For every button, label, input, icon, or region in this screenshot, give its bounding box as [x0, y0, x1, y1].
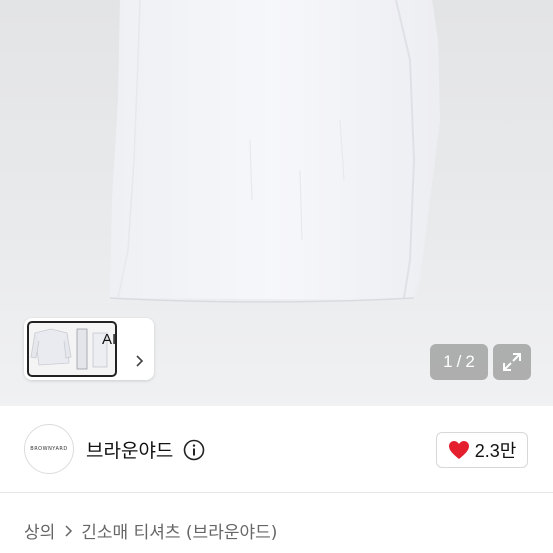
store-name[interactable]: 브라운야드 [86, 436, 173, 463]
heart-icon [448, 441, 469, 459]
expand-icon [503, 353, 521, 371]
image-pager: 1 / 2 [430, 344, 488, 380]
breadcrumb-item-category[interactable]: 긴소매 티셔츠 (브라운야드) [81, 518, 277, 543]
ai-label[interactable]: AI [102, 331, 116, 348]
like-count: 2.3만 [474, 441, 517, 461]
like-button[interactable]: 2.3만 [436, 432, 528, 468]
seller-row: BROWNYARD 브라운야드 2.3만 [0, 406, 553, 493]
chevron-right-icon[interactable] [134, 355, 144, 367]
avatar-text: BROWNYARD [30, 446, 68, 452]
product-image-gallery[interactable]: AI 1 / 2 [0, 0, 553, 406]
breadcrumb-item-top[interactable]: 상의 [24, 518, 55, 543]
expand-button[interactable] [493, 344, 531, 380]
chevron-right-icon [65, 524, 73, 537]
ai-thumbnail-card[interactable] [24, 318, 154, 380]
store-avatar[interactable]: BROWNYARD [24, 424, 74, 474]
pager-total: 2 [465, 352, 475, 371]
breadcrumb: 상의 긴소매 티셔츠 (브라운야드) [24, 518, 277, 543]
thumbnail-image [27, 321, 117, 377]
info-icon[interactable] [183, 439, 205, 461]
pager-separator: / [456, 352, 462, 371]
pager-current: 1 [443, 352, 453, 371]
